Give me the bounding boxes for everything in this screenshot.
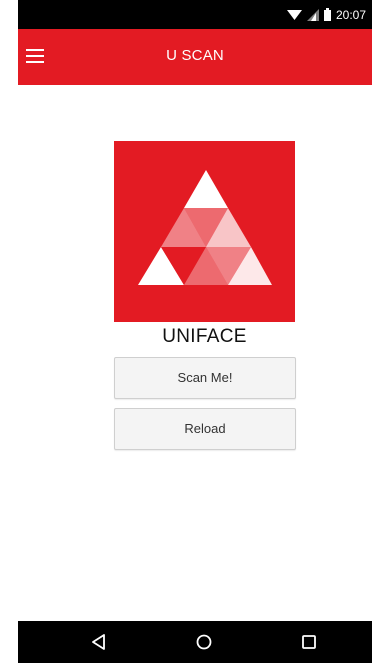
reload-button[interactable]: Reload	[114, 408, 296, 450]
app-bar: U SCAN	[18, 29, 372, 85]
uniface-logo	[114, 141, 295, 322]
back-icon[interactable]	[88, 631, 110, 653]
recents-icon[interactable]	[298, 631, 320, 653]
brand-name: UNIFACE	[162, 326, 247, 347]
app-title: U SCAN	[166, 47, 224, 64]
status-icons: 20:07	[286, 6, 366, 23]
battery-icon	[323, 8, 331, 21]
signal-icon	[306, 8, 319, 21]
uniface-triangle-logo	[138, 170, 272, 285]
navigation-bar	[18, 621, 372, 663]
status-time: 20:07	[335, 7, 366, 22]
status-bar: 20:07	[18, 0, 372, 29]
phone-screen: 20:07 U SCAN UNIFACE Scan Me! Reload	[18, 0, 372, 663]
wifi-icon	[286, 9, 302, 20]
scan-button[interactable]: Scan Me!	[114, 357, 296, 399]
home-icon[interactable]	[193, 631, 215, 653]
